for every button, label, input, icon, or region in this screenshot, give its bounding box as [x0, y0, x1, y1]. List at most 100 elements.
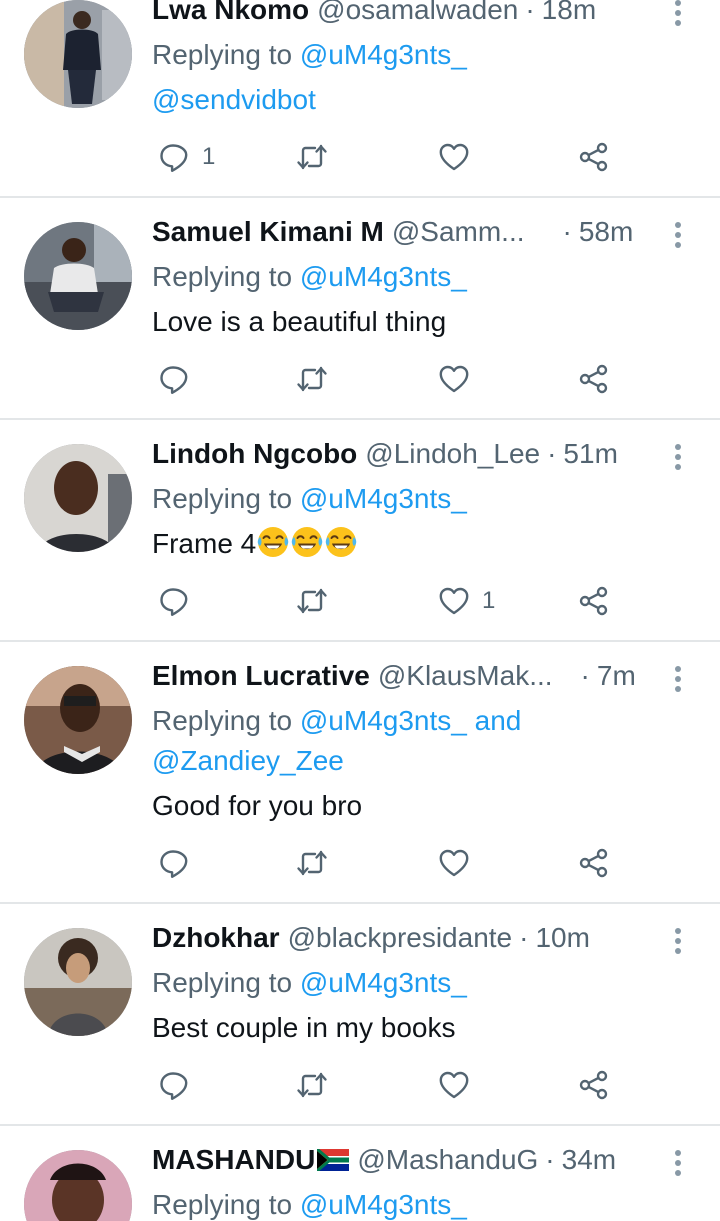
reply-button[interactable]	[158, 1065, 190, 1105]
like-button[interactable]: 1	[438, 581, 495, 621]
retweet-button[interactable]	[296, 137, 328, 177]
reply-icon	[158, 141, 190, 173]
reply-button[interactable]: 1	[158, 137, 215, 177]
avatar[interactable]	[24, 1150, 132, 1221]
mention-link[interactable]: @uM4g3nts_ and	[300, 705, 521, 736]
mention-link[interactable]: @uM4g3nts_	[300, 1189, 467, 1220]
separator-dot: ·	[562, 216, 572, 247]
avatar[interactable]	[24, 0, 132, 108]
author-handle[interactable]: @KlausMak...	[378, 660, 553, 692]
tweet-actions	[152, 359, 622, 399]
heart-icon	[438, 363, 470, 395]
more-options-icon[interactable]	[670, 442, 686, 472]
avatar[interactable]	[24, 222, 132, 330]
share-icon	[578, 363, 610, 395]
mention-link[interactable]: @uM4g3nts_	[300, 483, 467, 514]
replying-to-label: Replying to	[152, 1189, 300, 1220]
author-name[interactable]: MASHANDU	[152, 1144, 350, 1176]
replying-to-line: Replying to @uM4g3nts_	[152, 963, 680, 1003]
reply-feed: Lwa Nkomo @osamalwaden · 18m Replying to…	[0, 0, 720, 1221]
share-button[interactable]	[578, 359, 610, 399]
tweet-body: @sendvidbot	[152, 80, 680, 120]
tweet-body: Good for you bro	[152, 790, 363, 821]
reply-button[interactable]	[158, 581, 190, 621]
retweet-button[interactable]	[296, 843, 328, 883]
mention-link[interactable]: @uM4g3nts_	[300, 39, 467, 70]
replying-to-label: Replying to	[152, 39, 300, 70]
replying-to-line: Replying to @uM4g3nts_	[152, 35, 680, 75]
tweet-body: Frame 4	[152, 524, 680, 564]
separator-dot: ·	[580, 660, 590, 691]
mention-link[interactable]: @uM4g3nts_	[300, 261, 467, 292]
heart-icon	[438, 1069, 470, 1101]
author-name[interactable]: Dzhokhar	[152, 922, 280, 954]
share-icon	[578, 141, 610, 173]
mention-link[interactable]: @uM4g3nts_	[300, 967, 467, 998]
timestamp[interactable]: 58m	[579, 216, 633, 248]
author-name[interactable]: Lindoh Ngcobo	[152, 438, 357, 470]
author-name[interactable]: Elmon Lucrative	[152, 660, 370, 692]
like-button[interactable]	[438, 843, 470, 883]
share-button[interactable]	[578, 137, 610, 177]
timestamp[interactable]: 10m	[535, 922, 589, 954]
mention-link[interactable]: @sendvidbot	[152, 84, 316, 115]
replying-to-line-continued: @Zandiey_Zee	[152, 741, 680, 781]
timestamp[interactable]: 51m	[563, 438, 617, 470]
separator-dot: ·	[525, 0, 535, 25]
timestamp[interactable]: 7m	[597, 660, 636, 692]
tweet-header: Lindoh Ngcobo @Lindoh_Lee · 51m	[152, 438, 662, 478]
more-options-icon[interactable]	[670, 664, 686, 694]
author-handle[interactable]: @Lindoh_Lee	[365, 438, 540, 470]
replying-to-label: Replying to	[152, 967, 300, 998]
more-options-icon[interactable]	[670, 220, 686, 250]
replying-to-line: Replying to @uM4g3nts_	[152, 257, 680, 297]
like-button[interactable]	[438, 359, 470, 399]
tweet-header: MASHANDU @MashanduG · 34m	[152, 1144, 662, 1184]
author-handle[interactable]: @Samm...	[392, 216, 525, 248]
retweet-icon	[296, 363, 328, 395]
author-handle[interactable]: @MashanduG	[357, 1144, 538, 1176]
reply-icon	[158, 847, 190, 879]
reply-button[interactable]	[158, 843, 190, 883]
tweet-actions: 1	[152, 137, 622, 177]
author-handle[interactable]: @osamalwaden	[317, 0, 518, 26]
reply-button[interactable]	[158, 359, 190, 399]
share-button[interactable]	[578, 581, 610, 621]
retweet-button[interactable]	[296, 581, 328, 621]
face-with-tears-of-joy-icon	[290, 525, 324, 559]
mention-link[interactable]: @Zandiey_Zee	[152, 745, 344, 776]
replying-to-label: Replying to	[152, 261, 300, 292]
more-options-icon[interactable]	[670, 1148, 686, 1178]
more-options-icon[interactable]	[670, 0, 686, 28]
divider	[0, 902, 720, 904]
divider	[0, 1124, 720, 1126]
replying-to-line: Replying to @uM4g3nts_	[152, 1185, 680, 1221]
avatar[interactable]	[24, 666, 132, 774]
tweet-header: Elmon Lucrative @KlausMak... · 7m	[152, 660, 662, 700]
share-button[interactable]	[578, 1065, 610, 1105]
avatar[interactable]	[24, 444, 132, 552]
retweet-icon	[296, 847, 328, 879]
replying-to-label: Replying to	[152, 483, 300, 514]
more-options-icon[interactable]	[670, 926, 686, 956]
tweet-body-text: Frame 4	[152, 528, 257, 559]
tweet-header: Samuel Kimani M @Samm... · 58m	[152, 216, 662, 256]
author-handle[interactable]: @blackpresidante	[288, 922, 513, 954]
timestamp[interactable]: 18m	[542, 0, 596, 26]
like-count: 1	[482, 587, 496, 614]
tweet-body: Love is a beautiful thing	[152, 306, 447, 337]
retweet-button[interactable]	[296, 359, 328, 399]
heart-icon	[438, 585, 470, 617]
timestamp[interactable]: 34m	[562, 1144, 616, 1176]
heart-icon	[438, 847, 470, 879]
retweet-button[interactable]	[296, 1065, 328, 1105]
face-with-tears-of-joy-icon	[324, 525, 358, 559]
avatar[interactable]	[24, 928, 132, 1036]
like-button[interactable]	[438, 1065, 470, 1105]
author-name[interactable]: Samuel Kimani M	[152, 216, 384, 248]
author-name[interactable]: Lwa Nkomo	[152, 0, 309, 26]
reply-icon	[158, 363, 190, 395]
share-button[interactable]	[578, 843, 610, 883]
like-button[interactable]	[438, 137, 470, 177]
tweet-actions	[152, 843, 622, 883]
